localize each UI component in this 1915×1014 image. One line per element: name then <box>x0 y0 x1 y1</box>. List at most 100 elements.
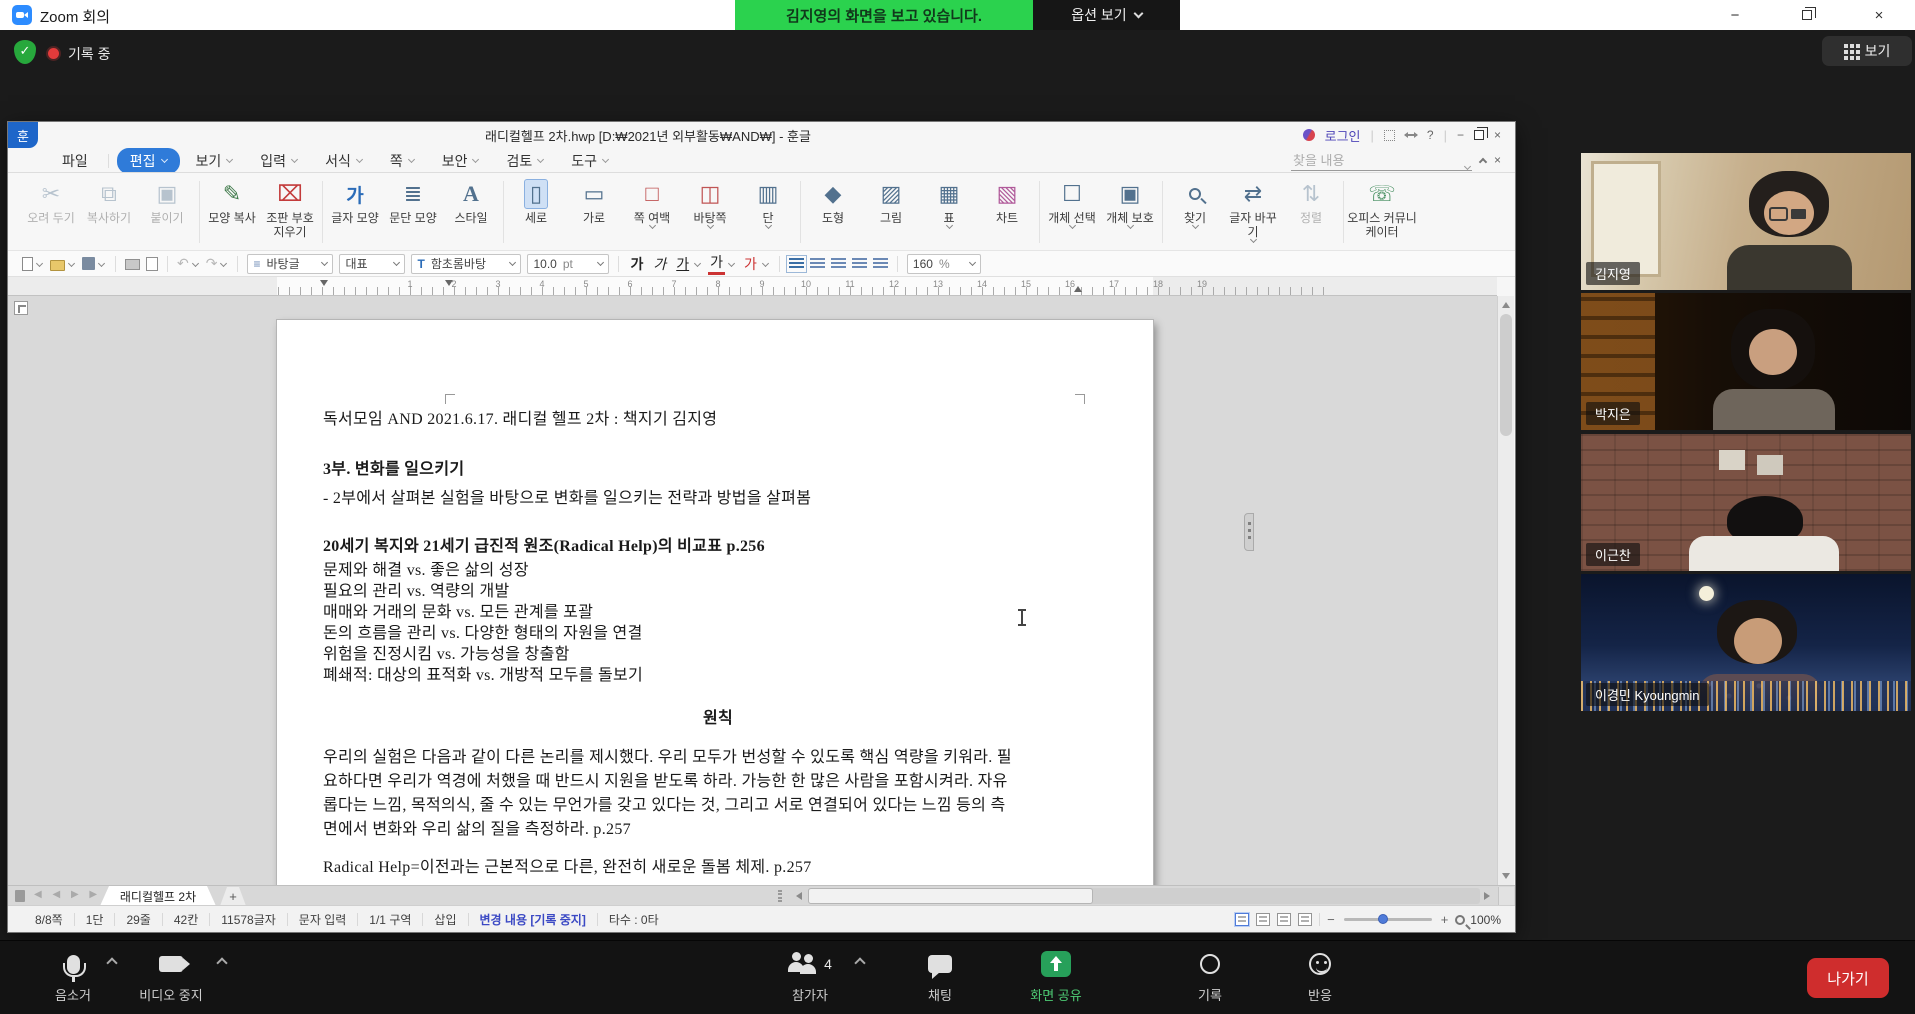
new-tab-button[interactable]: + <box>220 887 246 906</box>
participants-button[interactable]: 4 참가자 <box>772 949 848 1004</box>
view-options-button[interactable]: 옵션 보기 <box>1033 0 1180 30</box>
stop-video-button[interactable]: 비디오 중지 <box>128 949 214 1004</box>
hwp-close-icon[interactable]: × <box>1494 128 1501 142</box>
scroll-right-icon[interactable] <box>1484 892 1490 900</box>
search-close-icon[interactable]: × <box>1494 153 1501 167</box>
new-document-icon[interactable] <box>22 257 33 271</box>
close-button[interactable]: × <box>1856 0 1902 30</box>
font-size-select[interactable]: 10.0pt <box>527 254 609 274</box>
align-justify-button[interactable] <box>789 258 804 270</box>
participant-video-1[interactable]: 김지영 <box>1581 153 1911 290</box>
participant-video-3[interactable]: 이근찬 <box>1581 434 1911 571</box>
underline-button[interactable]: 가 <box>674 254 691 274</box>
login-link[interactable]: 로그인 <box>1325 126 1361 145</box>
menu-도구[interactable]: 도구 <box>559 149 620 173</box>
right-margin-marker[interactable] <box>1074 286 1082 292</box>
outline-view-icon[interactable] <box>1277 913 1291 926</box>
hwp-restore-icon[interactable] <box>1474 130 1484 140</box>
ribbon-format-painter-button[interactable]: ✎모양 복사 <box>203 179 261 225</box>
document-page[interactable]: 독서모임 AND 2021.6.17. 래디컬 헬프 2차 : 책지기 김지영 … <box>277 320 1153 885</box>
zoom-in-button[interactable]: + <box>1441 912 1449 927</box>
font-select[interactable]: T함초롬바탕 <box>411 254 521 274</box>
ribbon-resize-icon[interactable] <box>1405 134 1417 136</box>
ribbon-page-margin-button[interactable]: □쪽 여백 <box>623 179 681 228</box>
document-tab[interactable]: 래디컬헬프 2차 <box>100 886 216 906</box>
print-icon[interactable] <box>125 259 140 270</box>
preview-icon[interactable] <box>146 257 158 271</box>
line-spacing-select[interactable]: 160% <box>907 254 981 274</box>
bold-button[interactable]: 가 <box>628 254 645 274</box>
menu-쪽[interactable]: 쪽 <box>378 149 426 173</box>
scroll-up-icon[interactable] <box>1502 302 1510 308</box>
leave-meeting-button[interactable]: 나가기 <box>1807 958 1889 998</box>
ribbon-picture-button[interactable]: ▨그림 <box>862 179 920 225</box>
participants-options-chevron-icon[interactable] <box>854 957 865 968</box>
ribbon-char-shape-button[interactable]: 가글자 모양 <box>326 179 384 225</box>
magnifier-icon[interactable] <box>1455 915 1465 925</box>
ribbon-communicator-button[interactable]: ☏오피스 커뮤니케이터 <box>1347 179 1417 239</box>
tab-navigation-buttons[interactable]: ◀ ◀ ▶ ▶ <box>34 889 101 900</box>
align-left-button[interactable] <box>810 258 825 270</box>
ribbon-sort-button[interactable]: ⇅정렬 <box>1282 179 1340 225</box>
undo-icon[interactable]: ↶ <box>177 255 189 272</box>
reactions-button[interactable]: 반응 <box>1292 949 1348 1004</box>
highlight-color-button[interactable]: 가 <box>742 254 759 274</box>
ribbon-object-protect-button[interactable]: ▣개체 보호 <box>1101 179 1159 228</box>
ribbon-copy-button[interactable]: ⧉복사하기 <box>80 179 138 225</box>
menu-편집[interactable]: 편집 <box>117 148 180 174</box>
normal-view-icon[interactable] <box>1256 913 1270 926</box>
vertical-scrollbar[interactable] <box>1497 296 1514 885</box>
ribbon-page-portrait-button[interactable]: ▯세로 <box>507 179 565 225</box>
search-input[interactable]: 찾을 내용 <box>1291 150 1472 171</box>
ribbon-replace-button[interactable]: ⇄글자 바꾸기 <box>1224 179 1282 242</box>
view-layout-button[interactable]: 보기 <box>1822 36 1912 66</box>
vertical-scrollbar-thumb[interactable] <box>1500 314 1512 436</box>
menu-보기[interactable]: 보기 <box>184 149 245 173</box>
zoom-slider-knob[interactable] <box>1378 914 1388 924</box>
horizontal-ruler[interactable]: 12345678910111213141516171819 <box>8 277 1497 296</box>
horizontal-scrollbar-thumb[interactable] <box>808 888 1093 904</box>
change-tracking-status[interactable]: 변경 내용 [기록 중지] <box>469 911 597 928</box>
search-prev-icon[interactable] <box>1479 157 1487 165</box>
scroll-down-icon[interactable] <box>1502 873 1510 879</box>
participant-video-4[interactable]: 이경민 Kyoungmin <box>1581 574 1911 711</box>
align-center-button[interactable] <box>831 258 846 270</box>
ribbon-paste-button[interactable]: ▣붙이기 <box>138 179 196 225</box>
ribbon-chart-button[interactable]: ▧차트 <box>978 179 1036 225</box>
hwp-minimize-icon[interactable]: − <box>1457 128 1464 142</box>
share-screen-button[interactable]: 화면 공유 <box>1018 949 1094 1004</box>
minimize-button[interactable]: − <box>1712 0 1758 30</box>
ribbon-para-shape-button[interactable]: ≣문단 모양 <box>384 179 442 225</box>
open-document-icon[interactable] <box>50 260 65 271</box>
help-icon[interactable]: ? <box>1427 128 1434 142</box>
zoom-slider[interactable] <box>1344 918 1432 921</box>
scrollbar-splitter-grip[interactable] <box>778 890 782 902</box>
page-layout-view-icon[interactable] <box>1235 913 1249 926</box>
pane-splitter-grip[interactable] <box>1244 513 1254 551</box>
ribbon-columns-button[interactable]: ▥단 <box>739 179 797 228</box>
save-icon[interactable] <box>82 257 95 270</box>
bookmark-icon[interactable] <box>15 890 25 902</box>
redo-icon[interactable]: ↷ <box>206 255 218 272</box>
ribbon-page-landscape-button[interactable]: ▭가로 <box>565 179 623 225</box>
zoom-out-button[interactable]: − <box>1327 912 1335 927</box>
menu-입력[interactable]: 입력 <box>248 149 309 173</box>
ribbon-scissors-button[interactable]: ✂오려 두기 <box>22 179 80 225</box>
ribbon-find-button[interactable]: 찾기 <box>1166 179 1224 228</box>
zoom-percentage[interactable]: 100% <box>1470 913 1501 927</box>
meeting-security-shield-icon[interactable]: ✓ <box>14 40 36 64</box>
align-distribute-button[interactable] <box>873 258 888 270</box>
align-right-button[interactable] <box>852 258 867 270</box>
mute-options-chevron-icon[interactable] <box>106 957 117 968</box>
mute-button[interactable]: 음소거 <box>38 949 108 1004</box>
fullscreen-icon[interactable] <box>1384 130 1395 141</box>
menu-보안[interactable]: 보안 <box>430 149 491 173</box>
video-options-chevron-icon[interactable] <box>216 957 227 968</box>
ruler-corner-box[interactable] <box>14 301 28 315</box>
participant-video-2[interactable]: 박지은 <box>1581 293 1911 430</box>
menu-파일[interactable]: 파일 <box>50 149 100 173</box>
ribbon-shapes-button[interactable]: ◆도형 <box>804 179 862 225</box>
text-color-button[interactable]: 가 <box>708 252 725 275</box>
quick-search-box[interactable]: 찾을 내용 × <box>1291 150 1501 170</box>
left-margin-marker[interactable] <box>320 280 328 286</box>
